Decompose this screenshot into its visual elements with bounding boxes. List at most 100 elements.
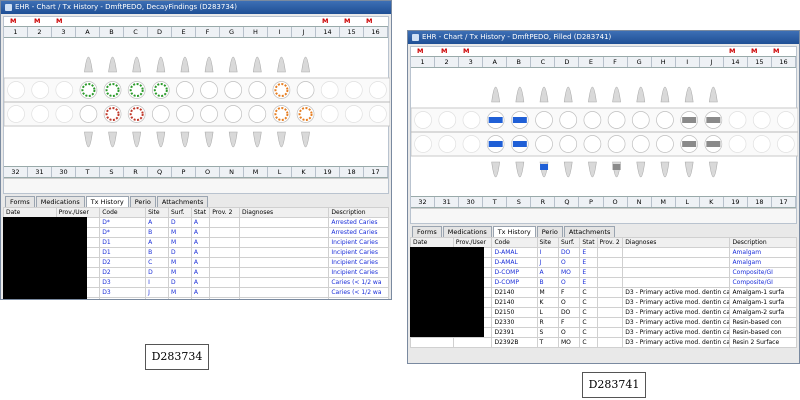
tooth-number-S[interactable]: S <box>100 167 124 177</box>
tooth-number-B[interactable]: B <box>507 57 532 67</box>
tooth-number-18[interactable]: 18 <box>748 197 772 207</box>
tooth-number-F[interactable]: F <box>196 27 220 37</box>
tooth-number-17[interactable]: 17 <box>772 197 796 207</box>
tooth-number-E[interactable]: E <box>172 27 196 37</box>
tooth-number-K[interactable]: K <box>700 197 724 207</box>
column-header[interactable]: Code <box>99 207 147 218</box>
tooth-number-N[interactable]: N <box>220 167 244 177</box>
tooth-number-J[interactable]: J <box>700 57 724 67</box>
tooth-number-32[interactable]: 32 <box>4 167 28 177</box>
tooth-number-F[interactable]: F <box>604 57 628 67</box>
tooth-number-T[interactable]: T <box>483 197 508 207</box>
tooth-number-16[interactable]: 16 <box>772 57 796 67</box>
tooth-number-P[interactable]: P <box>172 167 196 177</box>
tooth-number-K[interactable]: K <box>292 167 316 177</box>
tab-attachments[interactable]: Attachments <box>156 196 209 207</box>
tooth-number-A[interactable]: A <box>76 27 100 37</box>
tooth-number-31[interactable]: 31 <box>28 167 52 177</box>
tooth-number-P[interactable]: P <box>579 197 604 207</box>
tooth-number-E[interactable]: E <box>579 57 604 67</box>
column-header[interactable]: Diagnoses <box>238 207 330 218</box>
tooth-number-O[interactable]: O <box>604 197 628 207</box>
tooth-diagram[interactable] <box>4 38 390 166</box>
column-header[interactable]: Site <box>536 237 559 248</box>
tooth-number-1[interactable]: 1 <box>4 27 28 37</box>
tooth-number-2[interactable]: 2 <box>28 27 52 37</box>
tab-perio[interactable]: Perio <box>129 196 156 207</box>
tooth-number-L[interactable]: L <box>268 167 292 177</box>
tooth-number-15[interactable]: 15 <box>748 57 772 67</box>
tooth-number-G[interactable]: G <box>220 27 244 37</box>
tooth-chart[interactable]: M M M M M M 1 2 3 A B C D E F G H I J 14 15 16 32 31 30 T S… <box>410 46 798 224</box>
tooth-number-3[interactable]: 3 <box>52 27 76 37</box>
tab-forms[interactable]: Forms <box>412 226 442 237</box>
column-header[interactable]: Surf. <box>167 207 192 218</box>
tooth-number-T[interactable]: T <box>76 167 100 177</box>
column-header[interactable]: Description <box>328 207 389 218</box>
tooth-number-3[interactable]: 3 <box>459 57 484 67</box>
column-header[interactable]: Prov. 2 <box>209 207 240 218</box>
tab-forms[interactable]: Forms <box>5 196 35 207</box>
column-header[interactable]: Stat <box>579 237 598 248</box>
tooth-number-Q[interactable]: Q <box>148 167 172 177</box>
tooth-number-D[interactable]: D <box>555 57 580 67</box>
tooth-number-D[interactable]: D <box>148 27 172 37</box>
tooth-number-I[interactable]: I <box>676 57 700 67</box>
tooth-number-15[interactable]: 15 <box>340 27 364 37</box>
tooth-number-18[interactable]: 18 <box>340 167 364 177</box>
tab-perio[interactable]: Perio <box>536 226 563 237</box>
column-header[interactable]: Date <box>3 207 57 218</box>
tooth-number-1[interactable]: 1 <box>411 57 436 67</box>
tooth-number-2[interactable]: 2 <box>435 57 460 67</box>
table-row[interactable]: D2392B T MO C D3 - Primary active mod. denti… <box>410 337 797 348</box>
tooth-number-19[interactable]: 19 <box>316 167 340 177</box>
tab-strip[interactable]: Forms Medications Tx History Perio Attachmen… <box>408 224 799 237</box>
tooth-number-N[interactable]: N <box>628 197 652 207</box>
tooth-number-C[interactable]: C <box>124 27 148 37</box>
tooth-number-31[interactable]: 31 <box>435 197 460 207</box>
tooth-diagram[interactable] <box>411 68 798 196</box>
tooth-number-I[interactable]: I <box>268 27 292 37</box>
column-header[interactable]: Surf. <box>557 237 581 248</box>
tooth-number-G[interactable]: G <box>628 57 652 67</box>
tooth-number-R[interactable]: R <box>531 197 556 207</box>
tooth-number-H[interactable]: H <box>652 57 676 67</box>
tooth-number-M[interactable]: M <box>652 197 676 207</box>
tooth-number-L[interactable]: L <box>676 197 700 207</box>
column-header[interactable]: Diagnoses <box>622 237 731 248</box>
column-header[interactable]: Prov./User <box>452 237 493 248</box>
tooth-number-R[interactable]: R <box>124 167 148 177</box>
tooth-number-30[interactable]: 30 <box>52 167 76 177</box>
tab-tx-history[interactable]: Tx History <box>492 226 536 237</box>
tooth-number-H[interactable]: H <box>244 27 268 37</box>
tooth-number-M[interactable]: M <box>244 167 268 177</box>
tooth-chart[interactable]: M M M M M M 1 2 3 A B C D E F G H I J 14 15 16 32 31 30 T S… <box>3 16 390 194</box>
tab-attachments[interactable]: Attachments <box>563 226 616 237</box>
tooth-number-19[interactable]: 19 <box>724 197 748 207</box>
tab-strip[interactable]: Forms Medications Tx History Perio Attachmen… <box>1 194 391 207</box>
tab-tx-history[interactable]: Tx History <box>85 196 129 207</box>
tooth-number-C[interactable]: C <box>531 57 556 67</box>
tab-medications[interactable]: Medications <box>35 196 85 207</box>
cell-empty <box>596 257 624 268</box>
tooth-number-14[interactable]: 14 <box>316 27 340 37</box>
column-header[interactable]: Code <box>491 237 538 248</box>
column-header[interactable]: Site <box>145 207 169 218</box>
tooth-number-14[interactable]: 14 <box>724 57 748 67</box>
tooth-number-B[interactable]: B <box>100 27 124 37</box>
tooth-number-J[interactable]: J <box>292 27 316 37</box>
tooth-number-O[interactable]: O <box>196 167 220 177</box>
tooth-number-Q[interactable]: Q <box>555 197 580 207</box>
column-header[interactable]: Stat <box>190 207 211 218</box>
column-header[interactable]: Description <box>729 237 797 248</box>
tooth-number-32[interactable]: 32 <box>411 197 436 207</box>
tooth-number-16[interactable]: 16 <box>364 27 388 37</box>
column-header[interactable]: Prov. 2 <box>596 237 624 248</box>
tab-medications[interactable]: Medications <box>442 226 492 237</box>
tooth-number-30[interactable]: 30 <box>459 197 484 207</box>
tooth-number-S[interactable]: S <box>507 197 532 207</box>
tooth-number-17[interactable]: 17 <box>364 167 388 177</box>
column-header[interactable]: Prov./User <box>55 207 101 218</box>
tooth-number-A[interactable]: A <box>483 57 508 67</box>
column-header[interactable]: Date <box>410 237 454 248</box>
